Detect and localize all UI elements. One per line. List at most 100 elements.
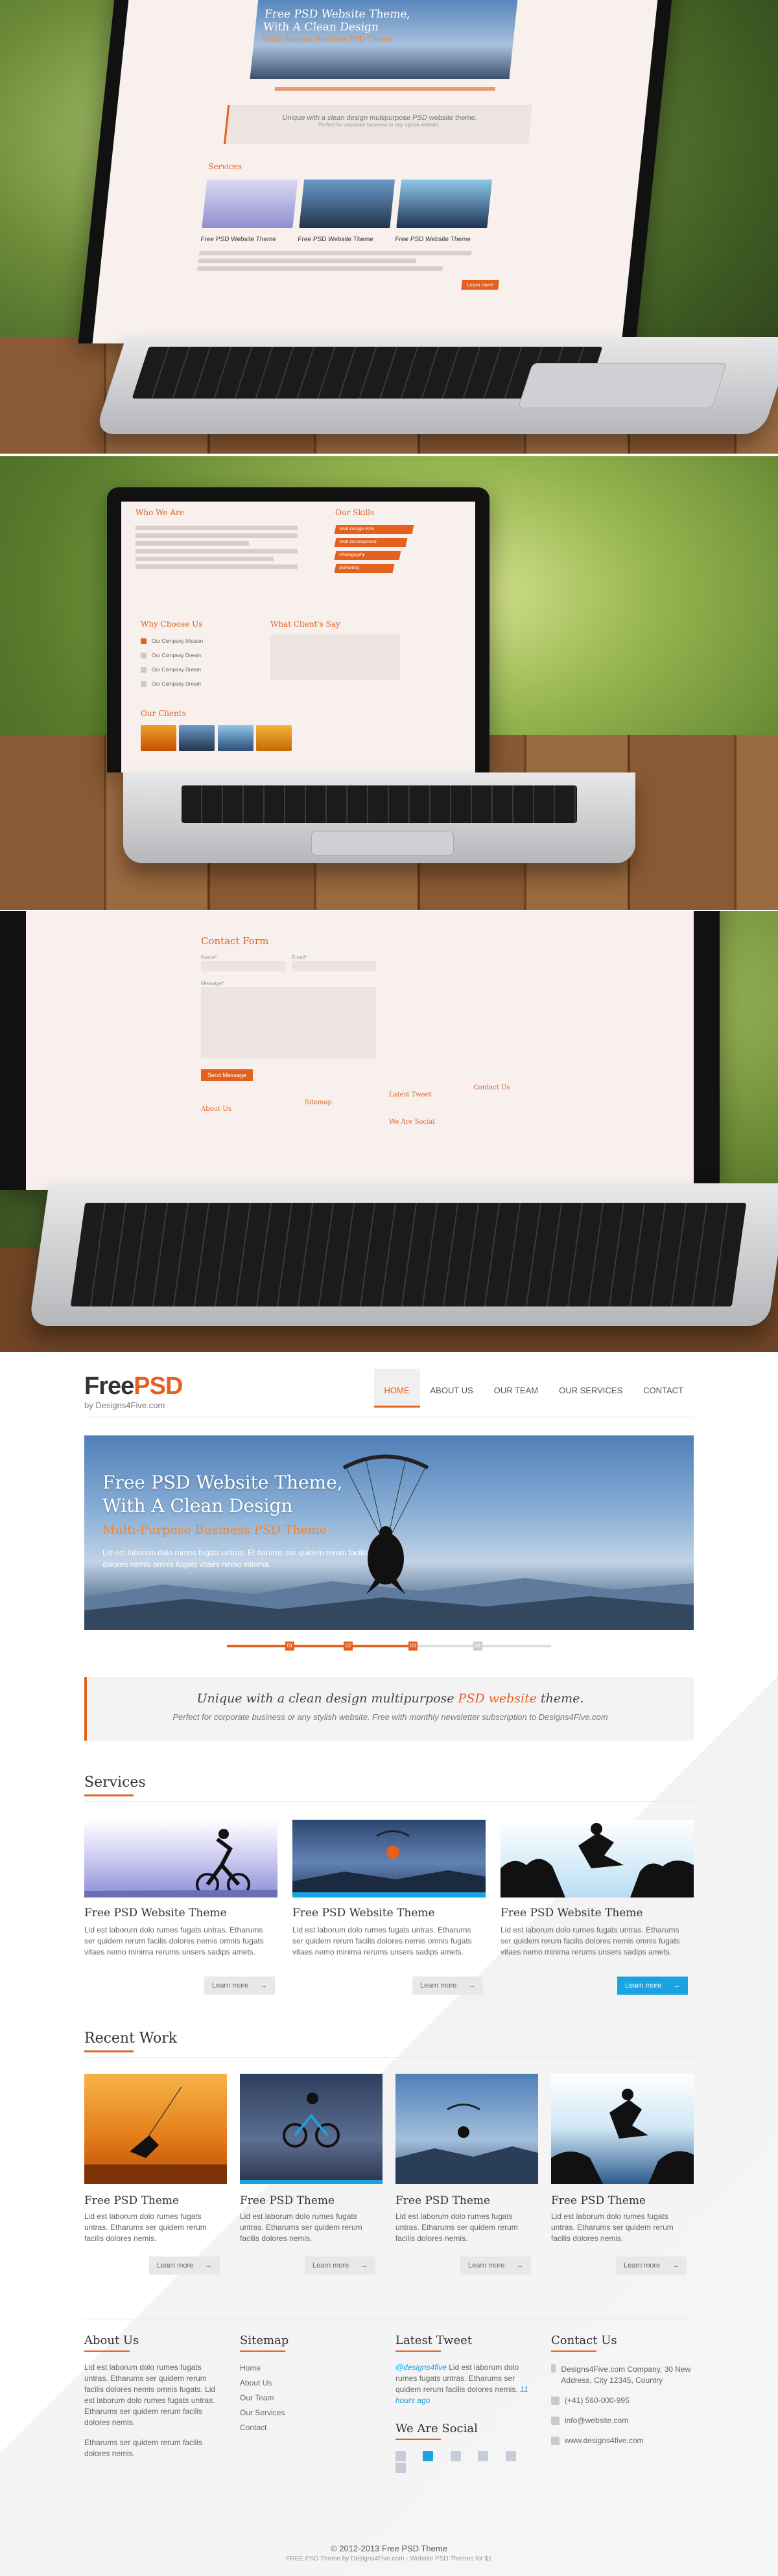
nav-home[interactable]: HOME xyxy=(373,1369,420,1408)
sitemap-link[interactable]: Our Team xyxy=(240,2391,376,2406)
service-text: Lid est laborum dolo rumes fugats untras… xyxy=(84,1925,264,1956)
nav-about-us[interactable]: ABOUT US xyxy=(420,1369,484,1408)
tagline-box: Unique with a clean design multipurpose … xyxy=(84,1677,694,1741)
learn-more-button[interactable]: Learn more → xyxy=(305,2257,376,2275)
contact-address: Designs4Five.com Company, 30 New Address… xyxy=(561,2365,691,2385)
work-title[interactable]: Free PSD Theme xyxy=(84,2194,179,2207)
twitter-icon[interactable] xyxy=(395,2450,406,2461)
mockup3-contact-us: Contact Us xyxy=(473,1084,510,1091)
work-text: Lid est laborum dolo rumes fugats untras… xyxy=(240,2212,362,2243)
laptop-mockup-2: Who We Are Our Skills Web Design 91% Web… xyxy=(0,456,778,910)
mockup1-screen: Free PSD Website Theme, With A Clean Des… xyxy=(92,0,659,343)
slider-progress[interactable]: 01 02 03 04 xyxy=(227,1642,551,1651)
laptop-mockup-3: Contact Form Name* Email* Message* Send … xyxy=(0,911,778,1352)
learn-more-label: Learn more xyxy=(468,2262,505,2269)
paraglider-work-image[interactable] xyxy=(395,2074,538,2184)
vimeo-icon[interactable] xyxy=(505,2450,516,2461)
contact-email[interactable]: info@website.com xyxy=(565,2416,628,2425)
service-title[interactable]: Free PSD Website Theme xyxy=(292,1907,435,1920)
skill-bar: Web Development xyxy=(334,538,408,547)
slide-2[interactable]: 02 xyxy=(344,1642,353,1651)
copyright-text: © 2012-2013 Free PSD Theme xyxy=(331,2544,447,2553)
mockup1-learn-more: Learn more xyxy=(461,280,499,290)
hero-title-2: With A Clean Design xyxy=(102,1495,293,1516)
tweet-handle[interactable]: @designs4five xyxy=(395,2363,447,2372)
work-title[interactable]: Free PSD Theme xyxy=(551,2194,646,2207)
mockup3-sitemap: Sitemap xyxy=(305,1099,332,1106)
hero-text: Lid est laborum dolo rumes fugats untras… xyxy=(102,1548,368,1569)
learn-more-button[interactable]: Learn more → xyxy=(412,1977,484,1995)
paraglider-thumb-image[interactable] xyxy=(292,1820,486,1897)
footer-about-text: Lid est laborum dolo rumes fugats untras… xyxy=(84,2363,216,2427)
mockup3-contact-form: Contact Form xyxy=(201,935,269,947)
work-title[interactable]: Free PSD Theme xyxy=(240,2194,335,2207)
service-text: Lid est laborum dolo rumes fugats untras… xyxy=(292,1925,472,1956)
learn-more-button[interactable]: Learn more → xyxy=(616,2257,687,2275)
sitemap-link[interactable]: Our Services xyxy=(240,2406,376,2420)
work-card: Free PSD Theme Lid est laborum dolo rume… xyxy=(84,2074,227,2281)
work-card: Free PSD Theme Lid est laborum dolo rume… xyxy=(395,2074,538,2281)
flickr-icon[interactable] xyxy=(478,2450,489,2461)
services-title: Services xyxy=(84,1774,146,1796)
service-title[interactable]: Free PSD Website Theme xyxy=(501,1907,643,1920)
tagline-highlight[interactable]: PSD website xyxy=(458,1691,537,1706)
nav-contact[interactable]: CONTACT xyxy=(633,1369,694,1408)
facebook-icon[interactable] xyxy=(423,2450,434,2461)
mail-icon xyxy=(551,2417,560,2426)
service-card: Free PSD Website Theme Lid est laborum d… xyxy=(84,1820,277,2001)
sitemap-link[interactable]: About Us xyxy=(240,2376,376,2391)
footer-social-title: We Are Social xyxy=(395,2422,538,2440)
learn-more-label: Learn more xyxy=(157,2262,194,2269)
phone-icon xyxy=(551,2396,560,2406)
copyright: © 2012-2013 Free PSD Theme FREE PSD Them… xyxy=(84,2544,694,2562)
mockup2-clients-say: What Client's Say xyxy=(270,620,340,629)
nav-our-services[interactable]: OUR SERVICES xyxy=(548,1369,633,1408)
mockup1-card-title: Free PSD Website Theme xyxy=(394,236,471,243)
slide-3[interactable]: 03 xyxy=(408,1642,418,1651)
work-card: Free PSD Theme Lid est laborum dolo rume… xyxy=(240,2074,383,2281)
slide-1[interactable]: 01 xyxy=(285,1642,294,1651)
kitesurfer-image[interactable] xyxy=(84,2074,227,2184)
mockup1-card-title: Free PSD Website Theme xyxy=(200,236,277,243)
rss-icon[interactable] xyxy=(395,2462,406,2473)
sitemap-link[interactable]: Home xyxy=(240,2361,376,2376)
skill-bar: Web Design 91% xyxy=(334,525,414,534)
recent-work-title: Recent Work xyxy=(84,2030,177,2052)
service-text: Lid est laborum dolo rumes fugats untras… xyxy=(501,1925,680,1956)
choose-item: Our Company Dream xyxy=(152,681,202,687)
service-title[interactable]: Free PSD Website Theme xyxy=(84,1907,227,1920)
mockup2-our-skills: Our Skills xyxy=(335,508,375,517)
hero-slider[interactable]: Free PSD Website Theme, With A Clean Desi… xyxy=(84,1435,694,1630)
hero-subtitle: Multi-Purpose Business PSD Theme xyxy=(102,1523,327,1537)
service-card: Free PSD Website Theme Lid est laborum d… xyxy=(501,1820,694,2001)
footer-sitemap-title: Sitemap xyxy=(240,2334,376,2352)
nav-our-team[interactable]: OUR TEAM xyxy=(484,1369,548,1408)
contact-web[interactable]: www.designs4five.com xyxy=(565,2436,643,2445)
mockup1-card-title: Free PSD Website Theme xyxy=(297,236,374,243)
contact-phone: (+41) 560-000-995 xyxy=(565,2396,630,2405)
footer-tweet-title: Latest Tweet xyxy=(395,2334,538,2352)
mockup1-hero-sub: Multi-Purpose Business PSD Theme xyxy=(261,35,393,43)
jumper-image[interactable] xyxy=(501,1820,694,1897)
logo[interactable]: FreePSD by Designs4Five.com xyxy=(84,1373,183,1410)
work-title[interactable]: Free PSD Theme xyxy=(395,2194,490,2207)
bmx-rider-image[interactable] xyxy=(240,2074,383,2184)
skydiver-image[interactable] xyxy=(551,2074,694,2184)
learn-more-button[interactable]: Learn more → xyxy=(204,1977,276,1995)
mockup1-tagline-sub: Perfect for corporate business or any st… xyxy=(318,122,440,128)
learn-more-button[interactable]: Learn more → xyxy=(149,2257,220,2275)
learn-more-label: Learn more xyxy=(625,1982,662,1990)
dribbble-icon[interactable] xyxy=(450,2450,461,2461)
learn-more-button[interactable]: Learn more → xyxy=(460,2257,532,2275)
service-card: Free PSD Website Theme Lid est laborum d… xyxy=(292,1820,486,2001)
work-card: Free PSD Theme Lid est laborum dolo rume… xyxy=(551,2074,694,2281)
mockup3-social: We Are Social xyxy=(389,1119,435,1126)
slide-4[interactable]: 04 xyxy=(473,1642,482,1651)
tagline-pre: Unique with a clean design multipurpose xyxy=(196,1691,458,1706)
work-text: Lid est laborum dolo rumes fugats untras… xyxy=(84,2212,207,2243)
sitemap-link[interactable]: Contact xyxy=(240,2420,376,2435)
cyclist-image[interactable] xyxy=(84,1820,277,1897)
footer-contact: Contact Us Designs4Five.com Company, 30 … xyxy=(551,2334,694,2448)
logo-sub: by Designs4Five.com xyxy=(84,1400,165,1410)
learn-more-button[interactable]: Learn more → xyxy=(617,1977,689,1995)
